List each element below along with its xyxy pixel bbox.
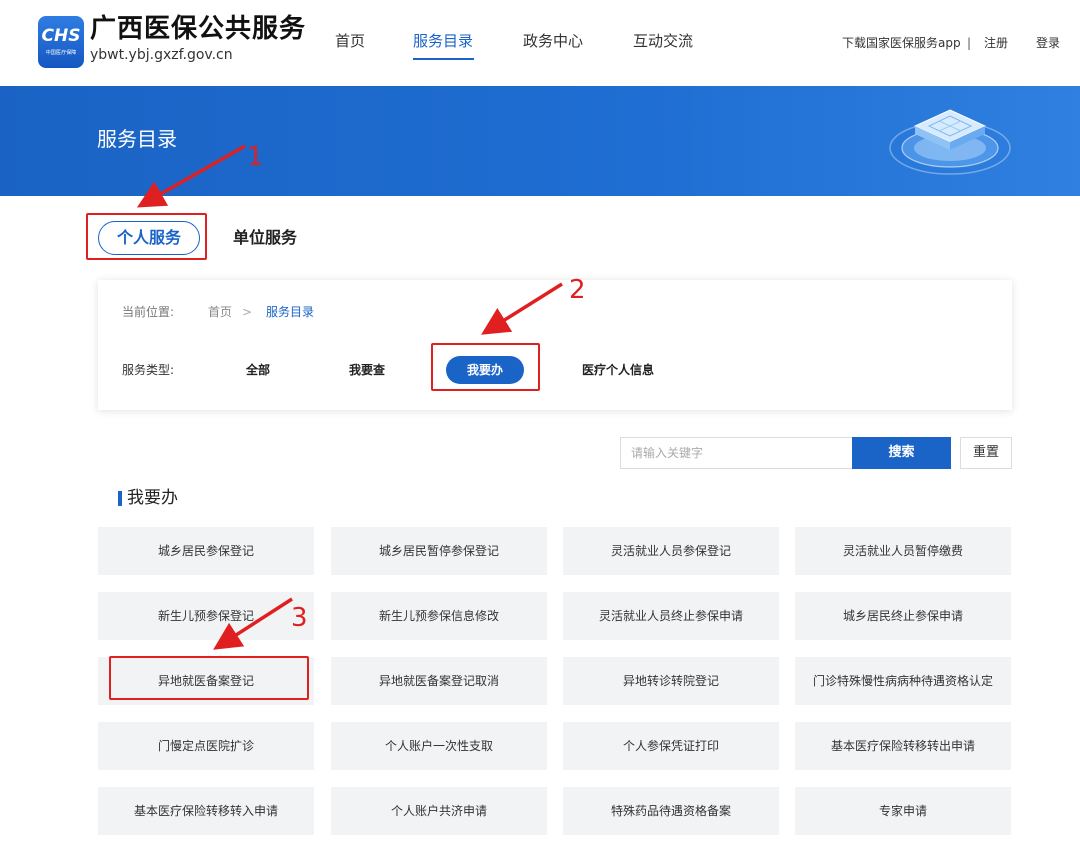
breadcrumb-label: 当前位置: [122, 305, 175, 319]
nav-interaction[interactable]: 互动交流 [633, 30, 693, 52]
breadcrumb-separator: > [242, 305, 253, 319]
download-app-link[interactable]: 下载国家医保服务app [842, 35, 961, 51]
step-number-2: 2 [569, 275, 586, 305]
step-number-3: 3 [291, 603, 308, 633]
type-option-query[interactable]: 我要查 [349, 362, 385, 378]
step-number-1: 1 [247, 142, 264, 172]
section-marker [118, 491, 122, 506]
type-option-all[interactable]: 全部 [246, 362, 270, 378]
service-item[interactable]: 基本医疗保险转移转入申请 [98, 787, 314, 835]
breadcrumb-home[interactable]: 首页 [208, 304, 232, 320]
service-item[interactable]: 异地就医备案登记取消 [331, 657, 547, 705]
service-item[interactable]: 城乡居民参保登记 [98, 527, 314, 575]
search-input[interactable] [620, 437, 853, 469]
service-item[interactable]: 城乡居民暂停参保登记 [331, 527, 547, 575]
site-header: CHS 中国医疗保障 广西医保公共服务 ybwt.ybj.gxzf.gov.cn… [0, 0, 1080, 86]
site-domain: ybwt.ybj.gxzf.gov.cn [90, 47, 233, 63]
service-item[interactable]: 城乡居民终止参保申请 [795, 592, 1011, 640]
service-item[interactable]: 新生儿预参保登记 [98, 592, 314, 640]
highlight-box-step1 [86, 213, 207, 260]
top-link-separator: | [967, 36, 972, 50]
breadcrumb-current[interactable]: 服务目录 [266, 304, 314, 320]
service-type-label: 服务类型: [122, 363, 175, 377]
service-item[interactable]: 异地转诊转院登记 [563, 657, 779, 705]
login-link[interactable]: 登录 [1036, 35, 1060, 51]
highlight-box-step2 [431, 343, 540, 391]
nav-active-underline [413, 58, 474, 60]
service-item[interactable]: 个人账户一次性支取 [331, 722, 547, 770]
site-title[interactable]: 广西医保公共服务 [90, 14, 306, 44]
tab-unit-service[interactable]: 单位服务 [233, 227, 297, 249]
nav-government-center[interactable]: 政务中心 [523, 30, 583, 52]
service-item[interactable]: 灵活就业人员终止参保申请 [563, 592, 779, 640]
service-item[interactable]: 专家申请 [795, 787, 1011, 835]
service-item[interactable]: 个人账户共济申请 [331, 787, 547, 835]
type-option-medical-info[interactable]: 医疗个人信息 [582, 362, 654, 378]
register-link[interactable]: 注册 [984, 35, 1008, 51]
reset-button[interactable]: 重置 [960, 437, 1012, 469]
banner-title: 服务目录 [97, 127, 177, 151]
logo-mark-sub: 中国医疗保障 [45, 49, 77, 56]
highlight-box-step3 [109, 656, 309, 700]
search-button[interactable]: 搜索 [852, 437, 951, 469]
page-banner: 服务目录 [0, 86, 1080, 196]
logo-mark: CHS [41, 26, 81, 46]
service-item[interactable]: 门慢定点医院扩诊 [98, 722, 314, 770]
service-item[interactable]: 灵活就业人员参保登记 [563, 527, 779, 575]
nav-service-catalog[interactable]: 服务目录 [413, 30, 473, 52]
chs-logo-icon[interactable]: CHS 中国医疗保障 [38, 16, 84, 68]
service-item[interactable]: 个人参保凭证打印 [563, 722, 779, 770]
service-platform-icon [889, 109, 1011, 175]
service-item[interactable]: 门诊特殊慢性病病种待遇资格认定 [795, 657, 1011, 705]
service-item[interactable]: 特殊药品待遇资格备案 [563, 787, 779, 835]
section-title: 我要办 [127, 488, 178, 508]
nav-home[interactable]: 首页 [335, 30, 365, 52]
filter-panel: 当前位置: 首页 > 服务目录 服务类型: 全部 我要查 我要办 医疗个人信息 [98, 280, 1012, 410]
service-item[interactable]: 灵活就业人员暂停缴费 [795, 527, 1011, 575]
service-item[interactable]: 新生儿预参保信息修改 [331, 592, 547, 640]
service-item[interactable]: 基本医疗保险转移转出申请 [795, 722, 1011, 770]
